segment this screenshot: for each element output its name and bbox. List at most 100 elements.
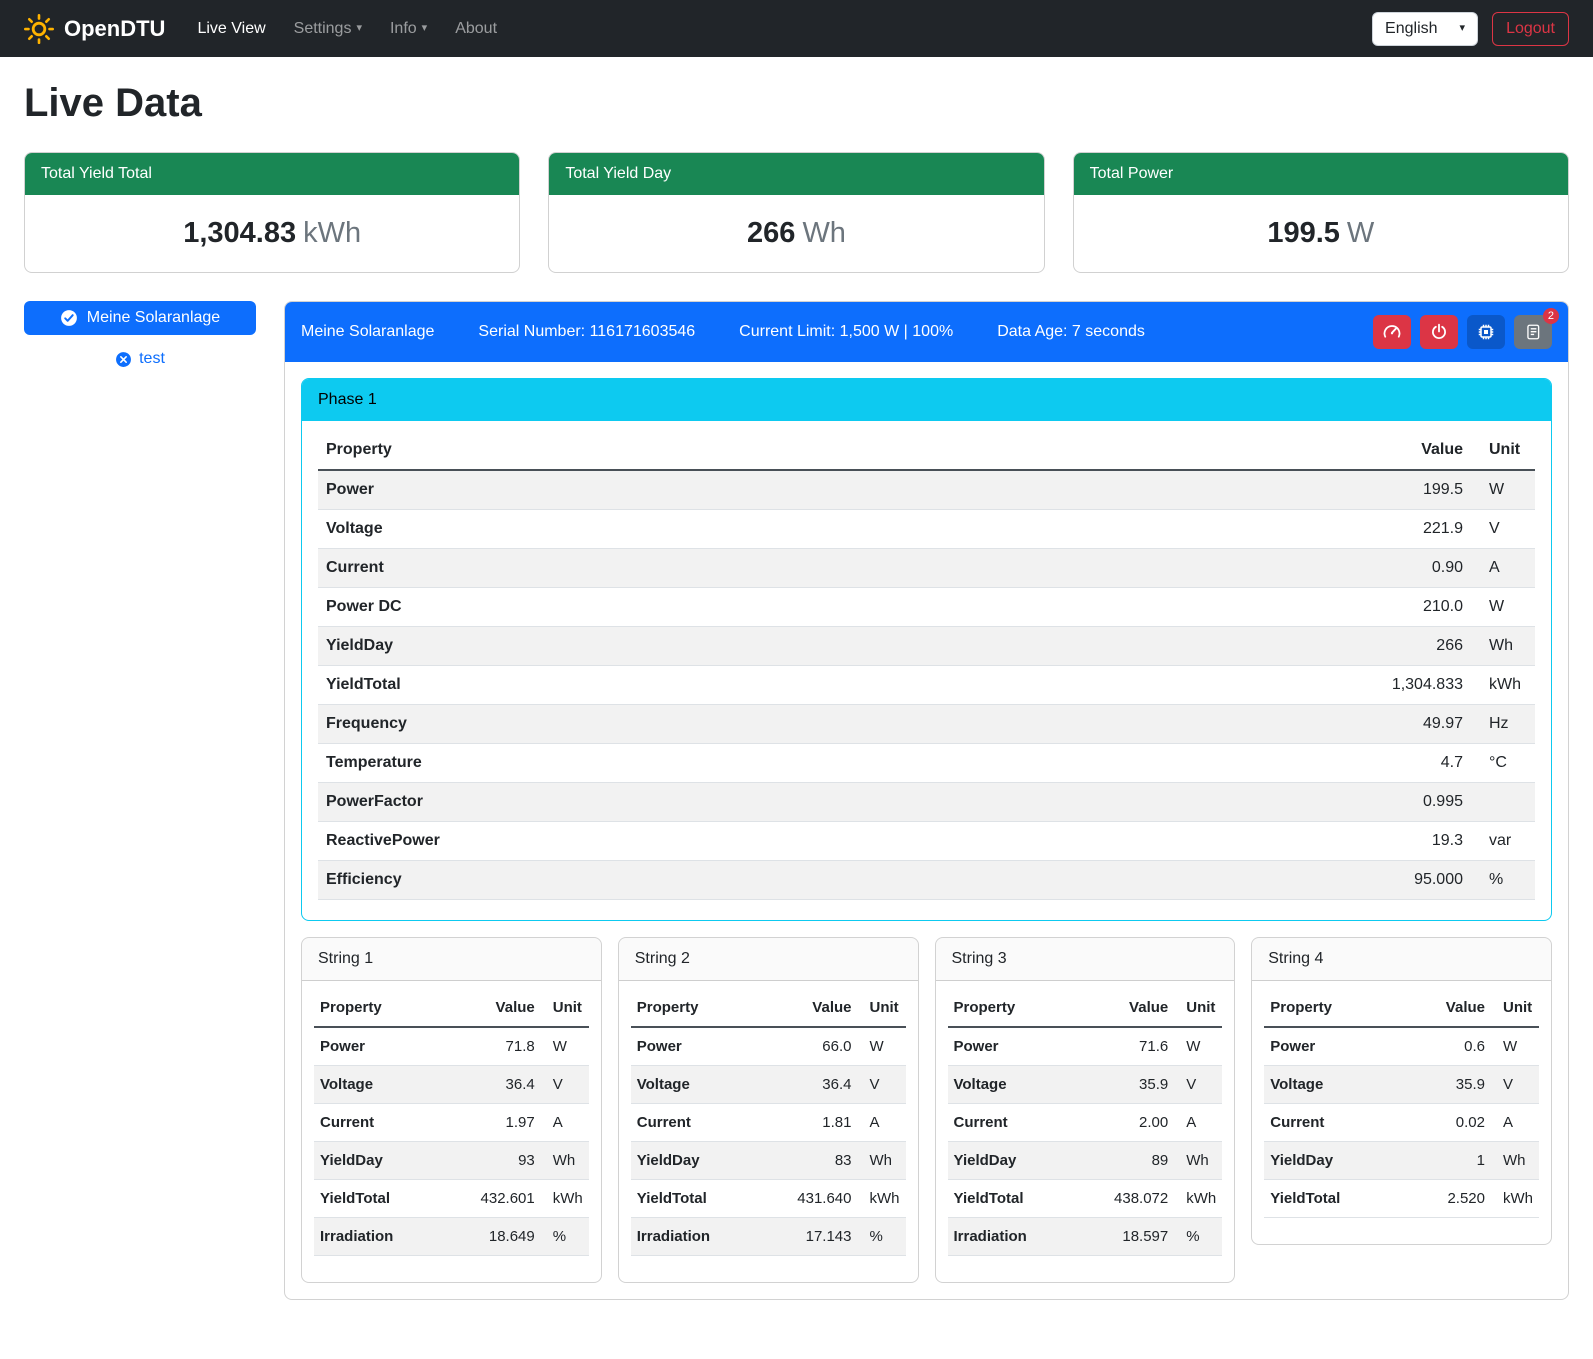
property-cell: Power (1264, 1027, 1412, 1066)
property-cell: Irradiation (948, 1218, 1096, 1256)
inverter-limit: Current Limit: 1,500 W | 100% (739, 323, 953, 341)
inverter-data-age: Data Age: 7 seconds (997, 323, 1145, 341)
property-cell: Power (318, 470, 1219, 510)
unit-cell: A (1471, 549, 1535, 588)
property-cell: Current (314, 1104, 462, 1142)
header-unit: Unit (1491, 989, 1539, 1027)
power-button[interactable] (1420, 315, 1458, 349)
card-value-row: 1,304.83kWh (25, 195, 519, 272)
table-row: Current1.81A (631, 1104, 906, 1142)
value-cell: 89 (1096, 1142, 1174, 1180)
property-cell: Efficiency (318, 861, 1219, 900)
value-cell: 83 (779, 1142, 857, 1180)
value-cell: 95.000 (1219, 861, 1471, 900)
value-cell: 221.9 (1219, 510, 1471, 549)
chevron-down-icon: ▾ (422, 23, 428, 34)
value-cell: 66.0 (779, 1027, 857, 1066)
table-row: Current0.02A (1264, 1104, 1539, 1142)
table-header-row: Property Value Unit (318, 431, 1535, 470)
header-property: Property (314, 989, 462, 1027)
property-cell: YieldTotal (1264, 1180, 1412, 1218)
property-cell: YieldDay (631, 1142, 779, 1180)
phase-table-body: Power199.5WVoltage221.9VCurrent0.90APowe… (318, 470, 1535, 900)
phase-body: Property Value Unit Power199.5WVoltage22… (302, 421, 1551, 920)
value-cell: 1 (1413, 1142, 1491, 1180)
logout-button[interactable]: Logout (1492, 12, 1569, 46)
phase-table: Property Value Unit Power199.5WVoltage22… (318, 431, 1535, 900)
table-header-row: Property Value Unit (631, 989, 906, 1027)
header-value: Value (462, 989, 540, 1027)
nav-item-info[interactable]: Info ▾ (376, 12, 441, 46)
string-table: Property Value Unit Power66.0WVoltage36.… (631, 989, 906, 1256)
nav-item-about[interactable]: About (441, 12, 511, 46)
nav-item-live-view[interactable]: Live View (183, 12, 279, 46)
card-total-power: Total Power 199.5W (1073, 152, 1569, 273)
navbar-right: English ▾ Logout (1372, 12, 1569, 46)
card-total-yield-total: Total Yield Total 1,304.83kWh (24, 152, 520, 273)
value-cell: 0.6 (1413, 1027, 1491, 1066)
string-table-head: Property Value Unit (314, 989, 589, 1027)
table-row: Power199.5W (318, 470, 1535, 510)
device-info-button[interactable] (1467, 315, 1505, 349)
card-value-row: 199.5W (1074, 195, 1568, 272)
inverter-serial: Serial Number: 116171603546 (478, 323, 695, 341)
unit-cell (1471, 783, 1535, 822)
brand[interactable]: OpenDTU (24, 14, 165, 44)
table-row: PowerFactor0.995 (318, 783, 1535, 822)
value-cell: 0.02 (1413, 1104, 1491, 1142)
unit-cell: kWh (858, 1180, 906, 1218)
table-row: YieldTotal438.072kWh (948, 1180, 1223, 1218)
unit-cell: var (1471, 822, 1535, 861)
inverter-select-button[interactable]: Meine Solaranlage (24, 301, 256, 335)
cpu-icon (1476, 322, 1496, 342)
card-title: Total Power (1074, 153, 1568, 195)
table-row: Irradiation17.143% (631, 1218, 906, 1256)
nav-item-label: Info (390, 20, 417, 38)
table-header-row: Property Value Unit (314, 989, 589, 1027)
table-row: YieldTotal2.520kWh (1264, 1180, 1539, 1218)
property-cell: Voltage (1264, 1066, 1412, 1104)
limit-settings-button[interactable] (1373, 315, 1411, 349)
nav-item-label: About (455, 20, 497, 38)
table-row: Power0.6W (1264, 1027, 1539, 1066)
table-row: Current1.97A (314, 1104, 589, 1142)
value-cell: 432.601 (462, 1180, 540, 1218)
value-cell: 18.649 (462, 1218, 540, 1256)
property-cell: YieldDay (1264, 1142, 1412, 1180)
string-table-head: Property Value Unit (948, 989, 1223, 1027)
unit-cell: W (541, 1027, 589, 1066)
property-cell: Temperature (318, 744, 1219, 783)
table-row: Power71.8W (314, 1027, 589, 1066)
value-cell: 36.4 (779, 1066, 857, 1104)
property-cell: YieldTotal (631, 1180, 779, 1218)
property-cell: Voltage (631, 1066, 779, 1104)
value-cell: 35.9 (1096, 1066, 1174, 1104)
language-select[interactable]: English ▾ (1372, 12, 1478, 46)
string-table-body: Power71.6WVoltage35.9VCurrent2.00AYieldD… (948, 1027, 1223, 1256)
string-card-1: String 1 Property Value Unit (301, 937, 602, 1283)
value-cell: 1.81 (779, 1104, 857, 1142)
string-table: Property Value Unit Power0.6WVoltage35.9… (1264, 989, 1539, 1218)
brand-label: OpenDTU (64, 16, 165, 42)
table-row: Voltage36.4V (314, 1066, 589, 1104)
header-value: Value (779, 989, 857, 1027)
nav-item-settings[interactable]: Settings ▾ (280, 12, 376, 46)
unit-cell: % (1471, 861, 1535, 900)
unit-cell: % (858, 1218, 906, 1256)
event-count-badge: 2 (1543, 308, 1559, 324)
property-cell: Current (631, 1104, 779, 1142)
property-cell: Power (948, 1027, 1096, 1066)
header-property: Property (631, 989, 779, 1027)
string-table-head: Property Value Unit (1264, 989, 1539, 1027)
string-title: String 4 (1252, 938, 1551, 981)
table-row: YieldTotal432.601kWh (314, 1180, 589, 1218)
sidebar: Meine Solaranlage test (24, 301, 256, 368)
string-card-4: String 4 Property Value Unit (1251, 937, 1552, 1245)
sidebar-item-test[interactable]: test (24, 350, 256, 368)
unit-cell: Wh (1491, 1142, 1539, 1180)
value-cell: 17.143 (779, 1218, 857, 1256)
property-cell: Irradiation (631, 1218, 779, 1256)
header-property: Property (318, 431, 1219, 470)
event-log-button[interactable]: 2 (1514, 315, 1552, 349)
value-cell: 210.0 (1219, 588, 1471, 627)
